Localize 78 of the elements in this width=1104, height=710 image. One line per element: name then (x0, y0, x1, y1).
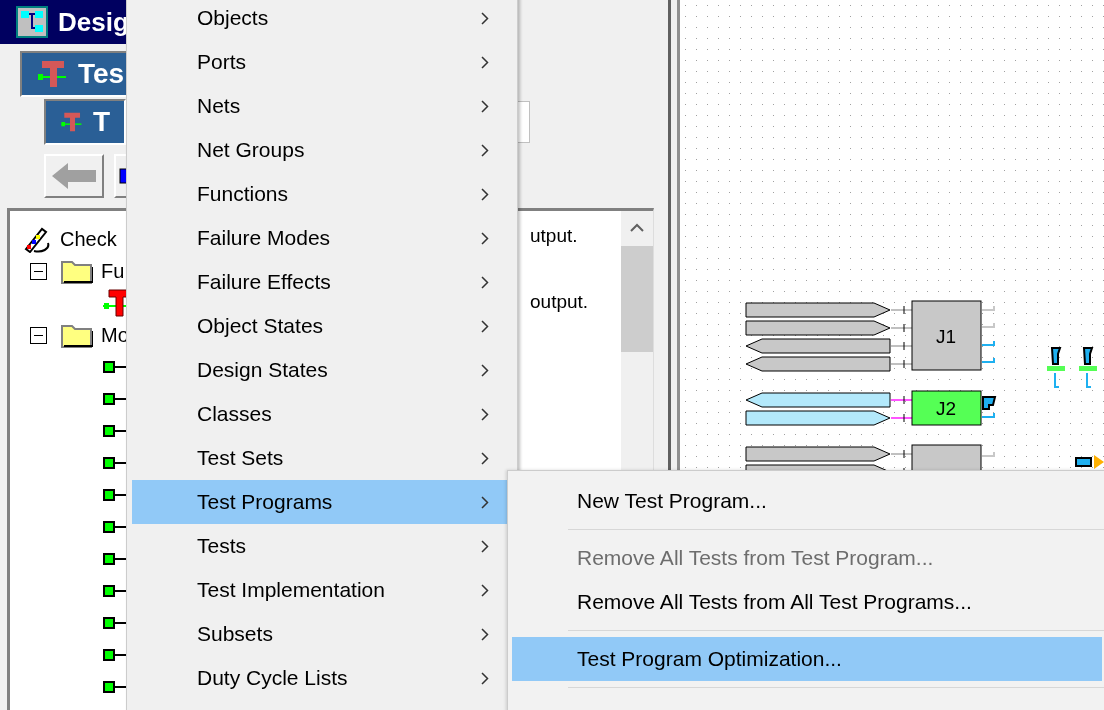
test-icon (36, 60, 68, 88)
connector-shape[interactable] (745, 392, 913, 408)
pin-icon (103, 553, 127, 565)
menu-item[interactable]: Test Implementation (132, 568, 511, 612)
menu-item[interactable]: Design States (132, 348, 511, 392)
chevron-right-icon (481, 671, 489, 685)
connector-shape[interactable] (745, 464, 905, 470)
block-label: J2 (935, 398, 957, 419)
chevron-right-icon (481, 539, 489, 553)
chevron-right-icon (481, 407, 489, 421)
ground-symbol-icon (1079, 347, 1097, 388)
menu-item[interactable]: New Test Program... (512, 479, 1102, 523)
block-label: J1 (935, 325, 957, 347)
menu-item[interactable]: Subsets (132, 612, 511, 656)
diagram-icon (16, 6, 48, 38)
chevron-up-icon (630, 223, 644, 232)
pin-icon (103, 457, 127, 469)
menu-item[interactable]: Remove All Tests from All Test Programs... (512, 580, 1102, 624)
menu-item[interactable]: Duty Cycle Lists (132, 656, 511, 700)
chevron-right-icon (481, 319, 489, 333)
chevron-right-icon (481, 275, 489, 289)
menu-item[interactable]: Failure Effects (132, 260, 511, 304)
collapse-box[interactable] (30, 326, 47, 344)
menu-item[interactable]: Ports (132, 40, 511, 84)
menu-item[interactable]: Test Program Optimization... (512, 637, 1102, 681)
menu-item[interactable]: Nets (132, 84, 511, 128)
chevron-right-icon (481, 231, 489, 245)
back-arrow-icon (50, 161, 98, 191)
test-header-button[interactable]: T (44, 99, 126, 145)
connector-shape[interactable] (745, 410, 913, 426)
description-text: output. (530, 291, 589, 313)
chevron-right-icon (481, 583, 489, 597)
chevron-right-icon (481, 451, 489, 465)
window-title: Desig (58, 6, 129, 38)
test-icon (103, 289, 129, 317)
pen-icon (22, 225, 52, 253)
pin-icon (103, 681, 127, 693)
menu-item[interactable]: Tests (132, 524, 511, 568)
chevron-right-icon (481, 99, 489, 113)
pin-icon (103, 521, 127, 533)
component-block[interactable] (911, 390, 982, 426)
pin-icon (103, 361, 127, 373)
chevron-right-icon (481, 55, 489, 69)
ground-symbol-icon (1047, 347, 1065, 388)
chevron-right-icon (481, 495, 489, 509)
pin-icon (103, 585, 127, 597)
tree-item[interactable]: Check (60, 227, 117, 251)
chevron-right-icon (481, 363, 489, 377)
connector-shape[interactable] (745, 320, 913, 336)
pin-icon (103, 393, 127, 405)
connector-shape[interactable] (745, 446, 913, 462)
connector-shape[interactable] (745, 302, 913, 318)
chevron-right-icon (481, 11, 489, 25)
pin-icon (103, 425, 127, 437)
tree-item[interactable]: Fu (101, 259, 125, 283)
menu-item[interactable]: Objects (132, 0, 511, 40)
folder-icon (61, 258, 93, 284)
menu-item[interactable]: Net Groups (132, 128, 511, 172)
scrollbar-thumb[interactable] (621, 246, 653, 352)
back-button[interactable] (44, 154, 104, 198)
chevron-right-icon (481, 627, 489, 641)
collapse-box[interactable] (30, 262, 47, 280)
menu-item[interactable]: Classes (132, 392, 511, 436)
folder-icon (61, 322, 93, 348)
connector-shape[interactable] (745, 356, 913, 372)
chevron-right-icon (481, 143, 489, 157)
pin-icon (103, 489, 127, 501)
connector-shape[interactable] (745, 338, 913, 354)
pin-icon (103, 617, 127, 629)
menu-item[interactable]: Test Sets (132, 436, 511, 480)
menu-item[interactable]: Failure Modes (132, 216, 511, 260)
plug-icon (1075, 455, 1104, 469)
menu-item[interactable]: Object States (132, 304, 511, 348)
chevron-right-icon (481, 187, 489, 201)
pin-icon (103, 649, 127, 661)
description-text: utput. (530, 225, 579, 247)
plug-icon (982, 396, 997, 410)
menu-item[interactable]: Functions (132, 172, 511, 216)
